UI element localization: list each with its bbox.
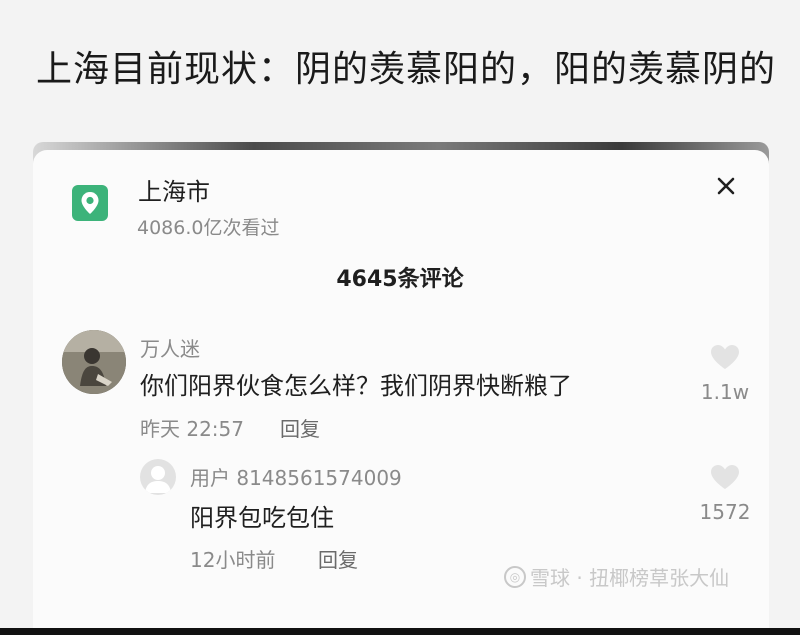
reply-username[interactable]: 用户 8148561574009 [190,462,402,491]
comment-timestamp: 昨天 22:57 [140,417,244,441]
comment-text: 你们阳界伙食怎么样？我们阴界快断粮了 [140,372,572,400]
reply-to-reply-button[interactable]: 回复 [318,544,358,573]
watermark: ◎ 雪球 · 扭椰榜草张大仙 [504,562,729,591]
reply-avatar[interactable] [140,459,176,495]
comment-count-header: 4645条评论 [336,267,464,292]
reply-button[interactable]: 回复 [280,413,320,442]
close-icon [717,177,735,195]
avatar-photo [62,330,126,394]
watermark-text: 雪球 · 扭椰榜草张大仙 [530,566,730,590]
reply-like-count: 1572 [699,500,751,524]
like-button[interactable]: 1.1w [695,344,755,404]
location-pin-glyph [81,192,99,214]
watermark-logo-icon: ◎ [504,565,526,588]
location-title[interactable]: 上海市 [138,172,210,207]
like-count: 1.1w [700,380,750,404]
post-headline: 上海目前现状：阴的羡慕阳的，阳的羡慕阴的 [36,49,777,90]
location-pin-icon[interactable] [72,185,108,221]
location-view-count: 4086.0亿次看过 [137,217,280,239]
bottom-bar [0,628,800,635]
default-user-icon [145,466,171,493]
close-button[interactable] [712,172,740,200]
heart-icon [711,465,739,489]
comment-username[interactable]: 万人迷 [140,333,200,362]
heart-icon [711,345,739,369]
screenshot-canvas: 上海目前现状：阴的羡慕阳的，阳的羡慕阴的 上海市 4086.0亿次看过 4645… [0,0,800,628]
avatar[interactable] [62,330,126,394]
reply-text: 阳界包吃包住 [190,504,334,532]
reply-like-button[interactable]: 1572 [695,464,755,524]
reply-timestamp: 12小时前 [190,548,276,572]
